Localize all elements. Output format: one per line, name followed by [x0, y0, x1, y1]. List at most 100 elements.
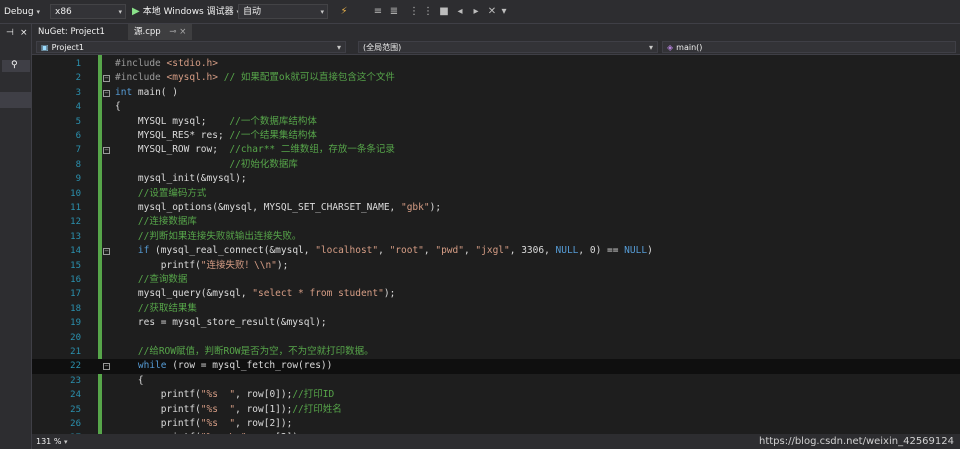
next-bookmark-icon[interactable]: ▸: [470, 5, 482, 18]
line-number: 9: [75, 174, 81, 185]
tab-source-label: 源.cpp: [134, 27, 161, 37]
chevron-down-icon: ▾: [336, 43, 341, 52]
chevron-down-icon: ▾: [36, 8, 40, 16]
code-text: MYSQL mysql; //一个数据库结构体: [115, 115, 317, 127]
platform-dropdown[interactable]: x86 ▾: [50, 4, 126, 19]
main-toolbar: Debug ▾ x86 ▾ ▶本地 Windows 调试器 ▾ 自动 ▾ ⚡ ≡ ≣…: [0, 0, 960, 24]
line-number: 4: [75, 102, 81, 113]
code-line[interactable]: 14 − if (mysql_real_connect(&mysql, "loca…: [32, 244, 960, 258]
pin-tab-icon[interactable]: ⊸: [169, 27, 176, 37]
line-number: 18: [70, 303, 81, 314]
code-text: {: [115, 101, 121, 113]
scope-dropdown[interactable]: (全局范围) ▾: [358, 41, 658, 53]
line-number: 6: [75, 131, 81, 141]
code-line[interactable]: 24 printf("%s ", row[0]);//打印ID: [32, 388, 960, 402]
collapse-icon[interactable]: −: [103, 147, 110, 155]
code-line[interactable]: 3 − int main( ): [32, 86, 960, 100]
pin-icon[interactable]: ⊣: [6, 28, 14, 38]
code-line[interactable]: 2 − #include <mysql.h> // 如果配置ok就可以直接包含这个文…: [32, 71, 960, 85]
code-line[interactable]: 6 MYSQL_RES* res; //一个结果集结构体: [32, 129, 960, 143]
code-line[interactable]: 20: [32, 331, 960, 345]
project-dropdown[interactable]: ▣ Project1 ▾: [36, 41, 346, 53]
function-icon: ◈: [667, 43, 674, 52]
code-line[interactable]: 5 MYSQL mysql; //一个数据库结构体: [32, 115, 960, 129]
code-line[interactable]: 4{: [32, 100, 960, 114]
line-number: 19: [70, 318, 81, 329]
uncomment-icon[interactable]: ⋮: [422, 5, 434, 18]
code-text: //连接数据库: [115, 216, 197, 228]
function-label: main(): [676, 43, 703, 52]
code-text: mysql_init(&mysql);: [115, 173, 247, 185]
line-number: 10: [70, 188, 81, 199]
code-line[interactable]: 19 res = mysql_store_result(&mysql);: [32, 316, 960, 330]
left-tool-panel: ⊣ × ⚲: [0, 24, 32, 449]
code-text: //判断如果连接失败就输出连接失败。: [115, 230, 302, 242]
code-line[interactable]: 17 mysql_query(&mysql, "select * from st…: [32, 287, 960, 301]
solution-config-dropdown[interactable]: Debug ▾: [4, 0, 40, 24]
line-number: 17: [70, 289, 81, 300]
code-line[interactable]: 23 {: [32, 374, 960, 388]
debugger-label: 本地 Windows 调试器: [142, 7, 234, 17]
code-text: printf("%s ", row[0]);//打印ID: [115, 389, 335, 401]
code-line[interactable]: 16 //查询数据: [32, 273, 960, 287]
zoom-level-dropdown[interactable]: 131 % ▾: [36, 436, 67, 447]
search-box[interactable]: ⚲: [2, 60, 30, 72]
align-left-icon[interactable]: ≡: [372, 5, 384, 18]
tab-nuget[interactable]: NuGet: Project1: [32, 24, 111, 40]
watermark: https://blog.csdn.net/weixin_42569124: [758, 436, 954, 447]
line-number: 23: [70, 375, 81, 386]
code-line[interactable]: 1 #include <stdio.h>: [32, 57, 960, 71]
code-line[interactable]: 10 //设置编码方式: [32, 187, 960, 201]
code-line[interactable]: 9 mysql_init(&mysql);: [32, 172, 960, 186]
code-line[interactable]: 21 //给ROW赋值，判断ROW是否为空，不为空就打印数据。: [32, 345, 960, 359]
code-text: #include <mysql.h> // 如果配置ok就可以直接包含这个文件: [115, 72, 395, 84]
code-text: mysql_options(&mysql, MYSQL_SET_CHARSET_…: [115, 202, 442, 213]
bookmark-icon[interactable]: ■: [438, 5, 450, 18]
line-number: 8: [75, 159, 81, 170]
code-line[interactable]: 18 //获取结果集: [32, 302, 960, 316]
start-debugging-button[interactable]: ▶本地 Windows 调试器 ▾: [132, 0, 240, 24]
collapse-icon[interactable]: −: [103, 89, 110, 97]
code-text: printf("%s ", row[2]);: [115, 418, 293, 429]
code-line[interactable]: 22 − while (row = mysql_fetch_row(res)): [32, 359, 960, 374]
code-line[interactable]: 13 //判断如果连接失败就输出连接失败。: [32, 230, 960, 244]
code-line[interactable]: 26 printf("%s ", row[2]);: [32, 417, 960, 431]
close-panel-icon[interactable]: ×: [20, 28, 28, 38]
code-line[interactable]: 7 − MYSQL_ROW row; //char** 二维数组，存放一条条记录: [32, 143, 960, 157]
code-text: int main( ): [115, 86, 178, 98]
code-text: res = mysql_store_result(&mysql);: [115, 317, 327, 329]
tab-source-cpp[interactable]: 源.cpp ⊸ ×: [128, 24, 193, 40]
code-line[interactable]: 12 //连接数据库: [32, 215, 960, 229]
code-line[interactable]: 11 mysql_options(&mysql, MYSQL_SET_CHARS…: [32, 201, 960, 215]
hot-reload-icon[interactable]: ⚡: [338, 5, 350, 18]
prev-bookmark-icon[interactable]: ◂: [454, 5, 466, 18]
line-number: 3: [75, 87, 81, 98]
collapse-icon[interactable]: −: [103, 75, 110, 83]
align-right-icon[interactable]: ≣: [388, 5, 400, 18]
clear-bookmarks-icon[interactable]: ✕: [486, 5, 498, 18]
chevron-down-icon: ▾: [320, 8, 324, 16]
selected-panel-item[interactable]: [0, 92, 31, 108]
launch-mode-label: 自动: [243, 7, 262, 17]
code-editor[interactable]: 1 #include <stdio.h> 2− #include <mysql.h> …: [32, 55, 960, 434]
line-number: 5: [75, 116, 81, 127]
code-line[interactable]: 8 //初始化数据库: [32, 158, 960, 172]
search-icon: ⚲: [11, 60, 18, 70]
document-tab-strip: NuGet: Project1 源.cpp ⊸ ×: [32, 24, 960, 40]
launch-mode-dropdown[interactable]: 自动 ▾: [238, 4, 328, 19]
tab-nuget-label: NuGet: Project1: [38, 27, 105, 37]
code-text: printf("%s ", row[1]);//打印姓名: [115, 403, 342, 415]
close-tab-icon[interactable]: ×: [179, 27, 186, 37]
toolbar-overflow-icon[interactable]: ▾: [498, 5, 510, 18]
function-dropdown[interactable]: ◈ main(): [662, 41, 956, 53]
code-text: //给ROW赋值，判断ROW是否为空，不为空就打印数据。: [115, 346, 374, 357]
code-text: //查询数据: [115, 274, 188, 285]
code-line[interactable]: 15 printf("连接失败！\\n");: [32, 259, 960, 273]
code-line[interactable]: 25 printf("%s ", row[1]);//打印姓名: [32, 403, 960, 417]
code-text: MYSQL_RES* res; //一个结果集结构体: [115, 130, 317, 141]
collapse-icon[interactable]: −: [103, 248, 110, 256]
collapse-icon[interactable]: −: [103, 363, 110, 371]
comment-icon[interactable]: ⋮: [408, 5, 420, 18]
line-number: 11: [70, 203, 81, 213]
code-text: {: [115, 374, 144, 386]
